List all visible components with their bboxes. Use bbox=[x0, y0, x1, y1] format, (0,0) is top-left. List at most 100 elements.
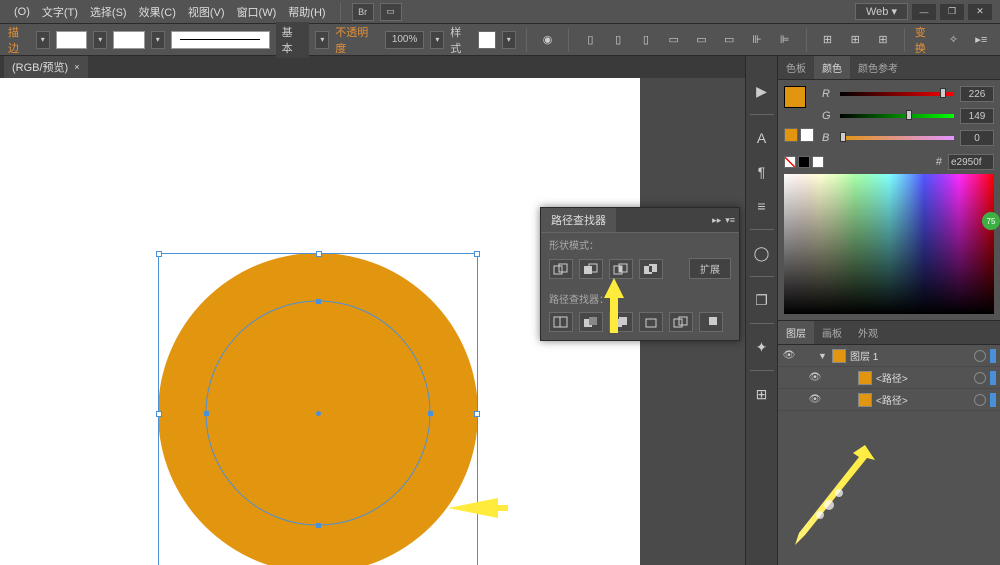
crop-button[interactable] bbox=[639, 312, 663, 332]
window-minimize-icon[interactable]: — bbox=[912, 4, 936, 20]
bbox-handle-w[interactable] bbox=[156, 411, 162, 417]
bbox-handle-ne[interactable] bbox=[474, 251, 480, 257]
document-tab[interactable]: (RGB/预览) × bbox=[4, 56, 88, 78]
layer-row[interactable]: 👁 <路径> bbox=[778, 389, 1000, 411]
menu-window[interactable]: 窗口(W) bbox=[231, 4, 283, 20]
style-dd[interactable]: ▾ bbox=[502, 31, 516, 49]
visibility-icon[interactable]: 👁 bbox=[782, 350, 796, 361]
current-color-swatch[interactable] bbox=[784, 128, 798, 142]
stroke-swatch[interactable] bbox=[113, 31, 145, 49]
layer-name-label[interactable]: <路径> bbox=[876, 370, 970, 385]
brushes-panel-icon[interactable]: ⊞ bbox=[751, 383, 773, 405]
menu-select[interactable]: 选择(S) bbox=[84, 4, 133, 20]
align-panel-icon[interactable]: ≡ bbox=[751, 195, 773, 217]
align-to2-icon[interactable]: ⊞ bbox=[844, 29, 866, 51]
minus-back-button[interactable] bbox=[699, 312, 723, 332]
tab-layers[interactable]: 图层 bbox=[778, 321, 814, 344]
menu-effect[interactable]: 效果(C) bbox=[133, 4, 182, 20]
target-icon[interactable] bbox=[974, 394, 986, 406]
visibility-icon[interactable]: 👁 bbox=[808, 394, 822, 405]
stroke-weight-dd[interactable]: ▾ bbox=[151, 31, 165, 49]
opacity-input[interactable]: 100% bbox=[385, 31, 425, 49]
window-close-icon[interactable]: ✕ bbox=[968, 4, 992, 20]
intersect-button[interactable] bbox=[609, 259, 633, 279]
distribute-h-icon[interactable]: ⊪ bbox=[746, 29, 768, 51]
r-input[interactable]: 226 bbox=[960, 86, 994, 102]
align-to3-icon[interactable]: ⊞ bbox=[872, 29, 894, 51]
merge-button[interactable] bbox=[609, 312, 633, 332]
recolor-icon[interactable]: ◉ bbox=[537, 29, 559, 51]
anchor-point[interactable] bbox=[204, 411, 209, 416]
white-swatch[interactable] bbox=[812, 156, 824, 168]
g-slider[interactable] bbox=[840, 112, 954, 120]
align-top-icon[interactable]: ▭ bbox=[663, 29, 685, 51]
layer-row[interactable]: 👁 <路径> bbox=[778, 367, 1000, 389]
fill-swatch[interactable] bbox=[56, 31, 88, 49]
minus-front-button[interactable] bbox=[579, 259, 603, 279]
align-hcenter-icon[interactable]: ▯ bbox=[607, 29, 629, 51]
black-swatch[interactable] bbox=[798, 156, 810, 168]
menu-object[interactable]: (O) bbox=[8, 6, 36, 18]
panel-collapse-icon[interactable]: ▸▸ bbox=[712, 215, 721, 226]
align-bottom-icon[interactable]: ▭ bbox=[718, 29, 740, 51]
workspace-dropdown[interactable]: Web ▾ bbox=[855, 3, 908, 20]
tab-appearance[interactable]: 外观 bbox=[850, 321, 886, 344]
layer-row[interactable]: 👁 ▼ 图层 1 bbox=[778, 345, 1000, 367]
none-color-icon[interactable] bbox=[784, 156, 796, 168]
layer-name-label[interactable]: <路径> bbox=[876, 392, 970, 407]
play-icon[interactable]: ▶ bbox=[751, 80, 773, 102]
unite-button[interactable] bbox=[549, 259, 573, 279]
target-icon[interactable] bbox=[974, 350, 986, 362]
menu-view[interactable]: 视图(V) bbox=[182, 4, 231, 20]
fill-color-swatch[interactable] bbox=[784, 86, 806, 108]
trim-button[interactable] bbox=[579, 312, 603, 332]
outline-button[interactable] bbox=[669, 312, 693, 332]
close-icon[interactable]: × bbox=[74, 62, 79, 72]
align-vcenter-icon[interactable]: ▭ bbox=[691, 29, 713, 51]
align-to-icon[interactable]: ⊞ bbox=[817, 29, 839, 51]
bbox-handle-n[interactable] bbox=[316, 251, 322, 257]
transform-icon[interactable]: ✧ bbox=[943, 29, 965, 51]
color-spectrum[interactable]: 75 bbox=[784, 174, 994, 314]
menu-type[interactable]: 文字(T) bbox=[36, 4, 84, 20]
panel-menu-icon[interactable]: ▾≡ bbox=[725, 215, 735, 226]
tab-swatches[interactable]: 色板 bbox=[778, 56, 814, 79]
paragraph-panel-icon[interactable]: ¶ bbox=[751, 161, 773, 183]
fill-dropdown[interactable]: ▾ bbox=[36, 31, 50, 49]
hex-input[interactable]: e2950f bbox=[948, 154, 994, 170]
divide-button[interactable] bbox=[549, 312, 573, 332]
bridge-icon[interactable]: Br bbox=[352, 3, 374, 21]
anchor-point[interactable] bbox=[316, 299, 321, 304]
window-restore-icon[interactable]: ❐ bbox=[940, 4, 964, 20]
center-point[interactable] bbox=[316, 411, 321, 416]
symbols-panel-icon[interactable]: ✦ bbox=[751, 336, 773, 358]
tab-color-guide[interactable]: 颜色参考 bbox=[850, 56, 906, 79]
appearance-panel-icon[interactable]: ◯ bbox=[751, 242, 773, 264]
pathfinder-tab[interactable]: 路径查找器 bbox=[541, 208, 616, 232]
stroke-style-dd[interactable]: ▾ bbox=[315, 31, 329, 49]
panel-menu-icon[interactable]: ▸≡ bbox=[970, 29, 992, 51]
b-input[interactable]: 0 bbox=[960, 130, 994, 146]
exclude-button[interactable] bbox=[639, 259, 663, 279]
anchor-point[interactable] bbox=[316, 523, 321, 528]
web-color-swatch[interactable] bbox=[800, 128, 814, 142]
arrangement-icon[interactable]: ▭ bbox=[380, 3, 402, 21]
style-swatch[interactable] bbox=[478, 31, 496, 49]
distribute-v-icon[interactable]: ⊫ bbox=[774, 29, 796, 51]
bbox-handle-nw[interactable] bbox=[156, 251, 162, 257]
stroke-swatch-dd[interactable]: ▾ bbox=[93, 31, 107, 49]
target-icon[interactable] bbox=[974, 372, 986, 384]
g-input[interactable]: 149 bbox=[960, 108, 994, 124]
visibility-icon[interactable]: 👁 bbox=[808, 372, 822, 383]
expand-button[interactable]: 扩展 bbox=[689, 258, 731, 279]
layer-name-label[interactable]: 图层 1 bbox=[850, 348, 970, 363]
bbox-handle-e[interactable] bbox=[474, 411, 480, 417]
tab-artboards[interactable]: 画板 bbox=[814, 321, 850, 344]
opacity-dd[interactable]: ▾ bbox=[430, 31, 444, 49]
fill-stroke-swatches[interactable] bbox=[784, 86, 816, 118]
disclosure-icon[interactable]: ▼ bbox=[818, 351, 828, 361]
r-slider[interactable] bbox=[840, 90, 954, 98]
stroke-profile[interactable] bbox=[171, 31, 270, 49]
align-right-icon[interactable]: ▯ bbox=[635, 29, 657, 51]
b-slider[interactable] bbox=[840, 134, 954, 142]
